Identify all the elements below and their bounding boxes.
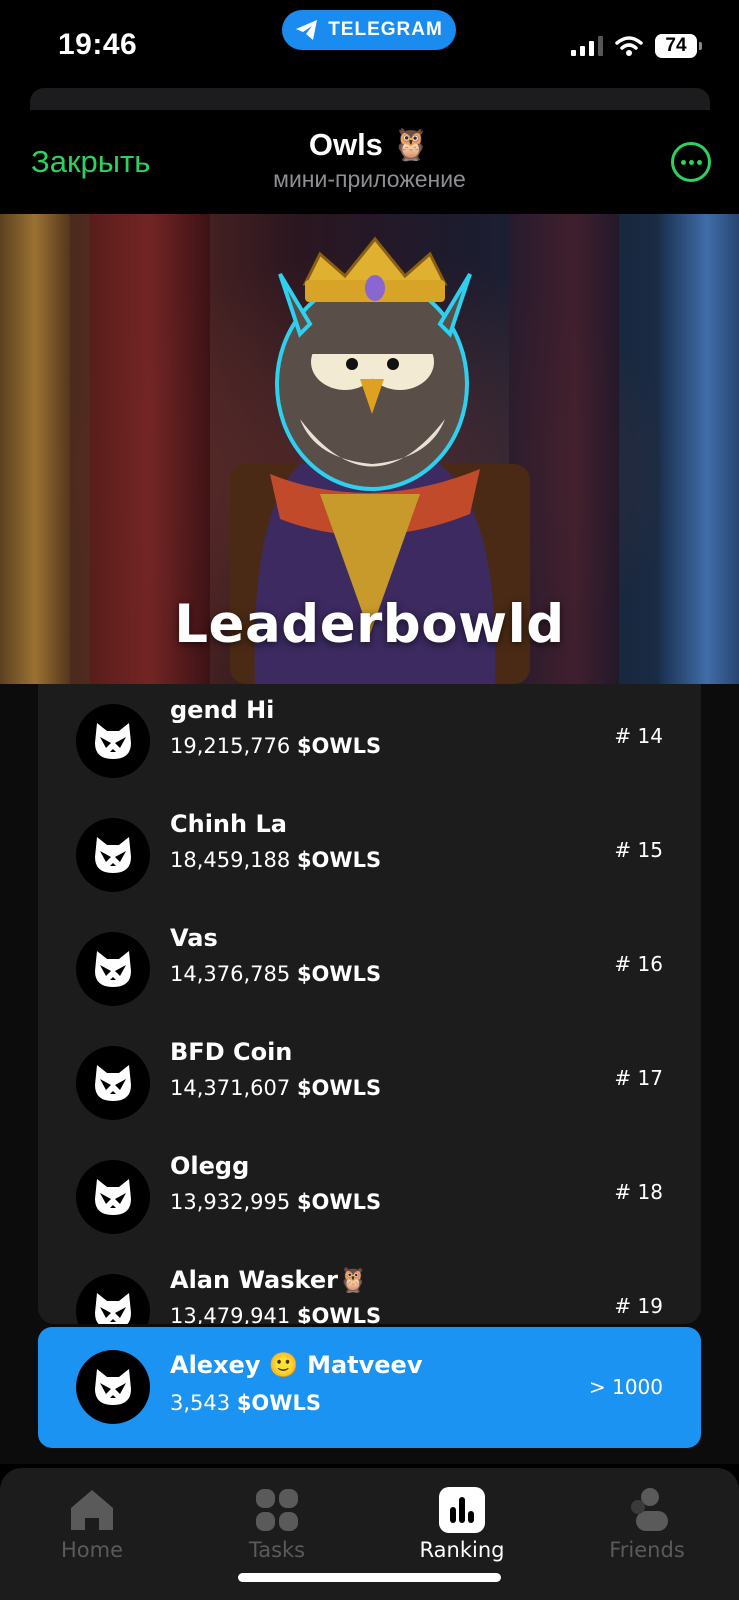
more-dot-icon bbox=[680, 159, 686, 165]
cat-avatar-icon bbox=[95, 1065, 131, 1101]
telegram-icon bbox=[296, 20, 318, 40]
status-time: 19:46 bbox=[58, 28, 138, 61]
user-score: 14,376,785 $OWLS bbox=[170, 962, 381, 986]
app-subtitle: мини-приложение bbox=[273, 166, 466, 192]
score-value: 13,479,941 bbox=[170, 1304, 291, 1324]
more-options-button[interactable] bbox=[671, 142, 711, 182]
user-rank: # 17 bbox=[614, 1066, 663, 1090]
leaderboard-row[interactable]: Alan Wasker🦉 13,479,941 $OWLS # 19 bbox=[38, 1254, 701, 1324]
home-icon bbox=[68, 1486, 116, 1534]
cat-avatar-icon bbox=[95, 723, 131, 759]
user-score: 19,215,776 $OWLS bbox=[170, 734, 381, 758]
status-bar: 19:46 TELEGRAM 74 bbox=[0, 0, 739, 92]
currency-label: $OWLS bbox=[296, 734, 382, 758]
user-name: gend Hi bbox=[170, 696, 275, 724]
current-user-rank: > 1000 bbox=[588, 1375, 663, 1399]
score-value: 3,543 bbox=[170, 1391, 231, 1415]
score-value: 13,932,995 bbox=[170, 1190, 291, 1214]
avatar bbox=[76, 1160, 150, 1234]
cat-avatar-icon bbox=[95, 1293, 131, 1324]
user-name: Alan Wasker🦉 bbox=[170, 1266, 368, 1294]
cat-avatar-icon bbox=[95, 951, 131, 987]
currency-label: $OWLS bbox=[296, 1190, 382, 1214]
battery-indicator: 74 bbox=[655, 34, 702, 58]
score-value: 14,376,785 bbox=[170, 962, 291, 986]
currency-label: $OWLS bbox=[236, 1391, 321, 1415]
user-score: 13,932,995 $OWLS bbox=[170, 1190, 381, 1214]
currency-label: $OWLS bbox=[296, 962, 382, 986]
app-title: Owls 🦉 bbox=[308, 127, 431, 162]
avatar bbox=[76, 1046, 150, 1120]
leaderboard-list[interactable]: gend Hi 19,215,776 $OWLS # 14 Chinh La 1… bbox=[38, 684, 701, 1324]
score-value: 19,215,776 bbox=[170, 734, 291, 758]
hero-banner: Leaderbowld bbox=[0, 214, 739, 684]
cat-avatar-icon bbox=[95, 1369, 131, 1405]
avatar bbox=[76, 704, 150, 778]
currency-label: $OWLS bbox=[296, 1076, 382, 1100]
sheet-handle-area bbox=[30, 88, 710, 110]
cat-avatar-icon bbox=[95, 1179, 131, 1215]
ranking-icon bbox=[438, 1486, 486, 1534]
more-dot-icon bbox=[696, 159, 702, 165]
wifi-icon bbox=[615, 36, 643, 56]
nav-tasks[interactable]: Tasks bbox=[202, 1486, 352, 1562]
leaderboard-row[interactable]: gend Hi 19,215,776 $OWLS # 14 bbox=[38, 684, 701, 798]
current-user-name: Alexey 🙂 Matveev bbox=[170, 1351, 423, 1379]
leaderboard-row[interactable]: BFD Coin 14,371,607 $OWLS # 17 bbox=[38, 1026, 701, 1140]
nav-home-label: Home bbox=[60, 1538, 123, 1562]
leaderboard-row[interactable]: Vas 14,376,785 $OWLS # 16 bbox=[38, 912, 701, 1026]
nav-ranking[interactable]: Ranking bbox=[387, 1486, 537, 1562]
cat-avatar-icon bbox=[95, 837, 131, 873]
score-value: 18,459,188 bbox=[170, 848, 291, 872]
nav-friends-label: Friends bbox=[609, 1538, 685, 1562]
user-name: Chinh La bbox=[170, 810, 287, 838]
current-user-card[interactable]: Alexey 🙂 Matveev 3,543 $OWLS > 1000 bbox=[38, 1327, 701, 1448]
user-rank: # 19 bbox=[614, 1294, 663, 1318]
leaderboard-row[interactable]: Olegg 13,932,995 $OWLS # 18 bbox=[38, 1140, 701, 1254]
nav-friends[interactable]: Friends bbox=[572, 1486, 722, 1562]
user-name: Vas bbox=[170, 924, 218, 952]
user-score: 14,371,607 $OWLS bbox=[170, 1076, 381, 1100]
page-title: Leaderbowld bbox=[174, 594, 565, 655]
user-rank: # 14 bbox=[614, 724, 663, 748]
current-user-score: 3,543 $OWLS bbox=[170, 1391, 321, 1415]
mini-app-header: Закрыть Owls 🦉 мини-приложение bbox=[0, 110, 739, 214]
telegram-pill[interactable]: TELEGRAM bbox=[282, 10, 456, 50]
avatar bbox=[76, 1350, 150, 1424]
signal-icon bbox=[571, 36, 603, 56]
user-score: 13,479,941 $OWLS bbox=[170, 1304, 381, 1324]
leaderboard-row[interactable]: Chinh La 18,459,188 $OWLS # 15 bbox=[38, 798, 701, 912]
avatar bbox=[76, 932, 150, 1006]
telegram-pill-label: TELEGRAM bbox=[328, 19, 443, 40]
user-name: Olegg bbox=[170, 1152, 250, 1180]
user-rank: # 16 bbox=[614, 952, 663, 976]
more-dot-icon bbox=[688, 159, 694, 165]
currency-label: $OWLS bbox=[296, 1304, 382, 1324]
avatar bbox=[76, 1274, 150, 1324]
currency-label: $OWLS bbox=[296, 848, 382, 872]
avatar bbox=[76, 818, 150, 892]
nav-ranking-label: Ranking bbox=[419, 1538, 505, 1562]
nav-home[interactable]: Home bbox=[17, 1486, 167, 1562]
tasks-icon bbox=[253, 1486, 301, 1534]
system-icons: 74 bbox=[571, 34, 702, 58]
friends-icon bbox=[623, 1486, 671, 1534]
user-rank: # 18 bbox=[614, 1180, 663, 1204]
score-value: 14,371,607 bbox=[170, 1076, 291, 1100]
nav-tasks-label: Tasks bbox=[248, 1538, 306, 1562]
user-rank: # 15 bbox=[614, 838, 663, 862]
user-name: BFD Coin bbox=[170, 1038, 293, 1066]
home-indicator bbox=[238, 1573, 501, 1582]
user-score: 18,459,188 $OWLS bbox=[170, 848, 381, 872]
